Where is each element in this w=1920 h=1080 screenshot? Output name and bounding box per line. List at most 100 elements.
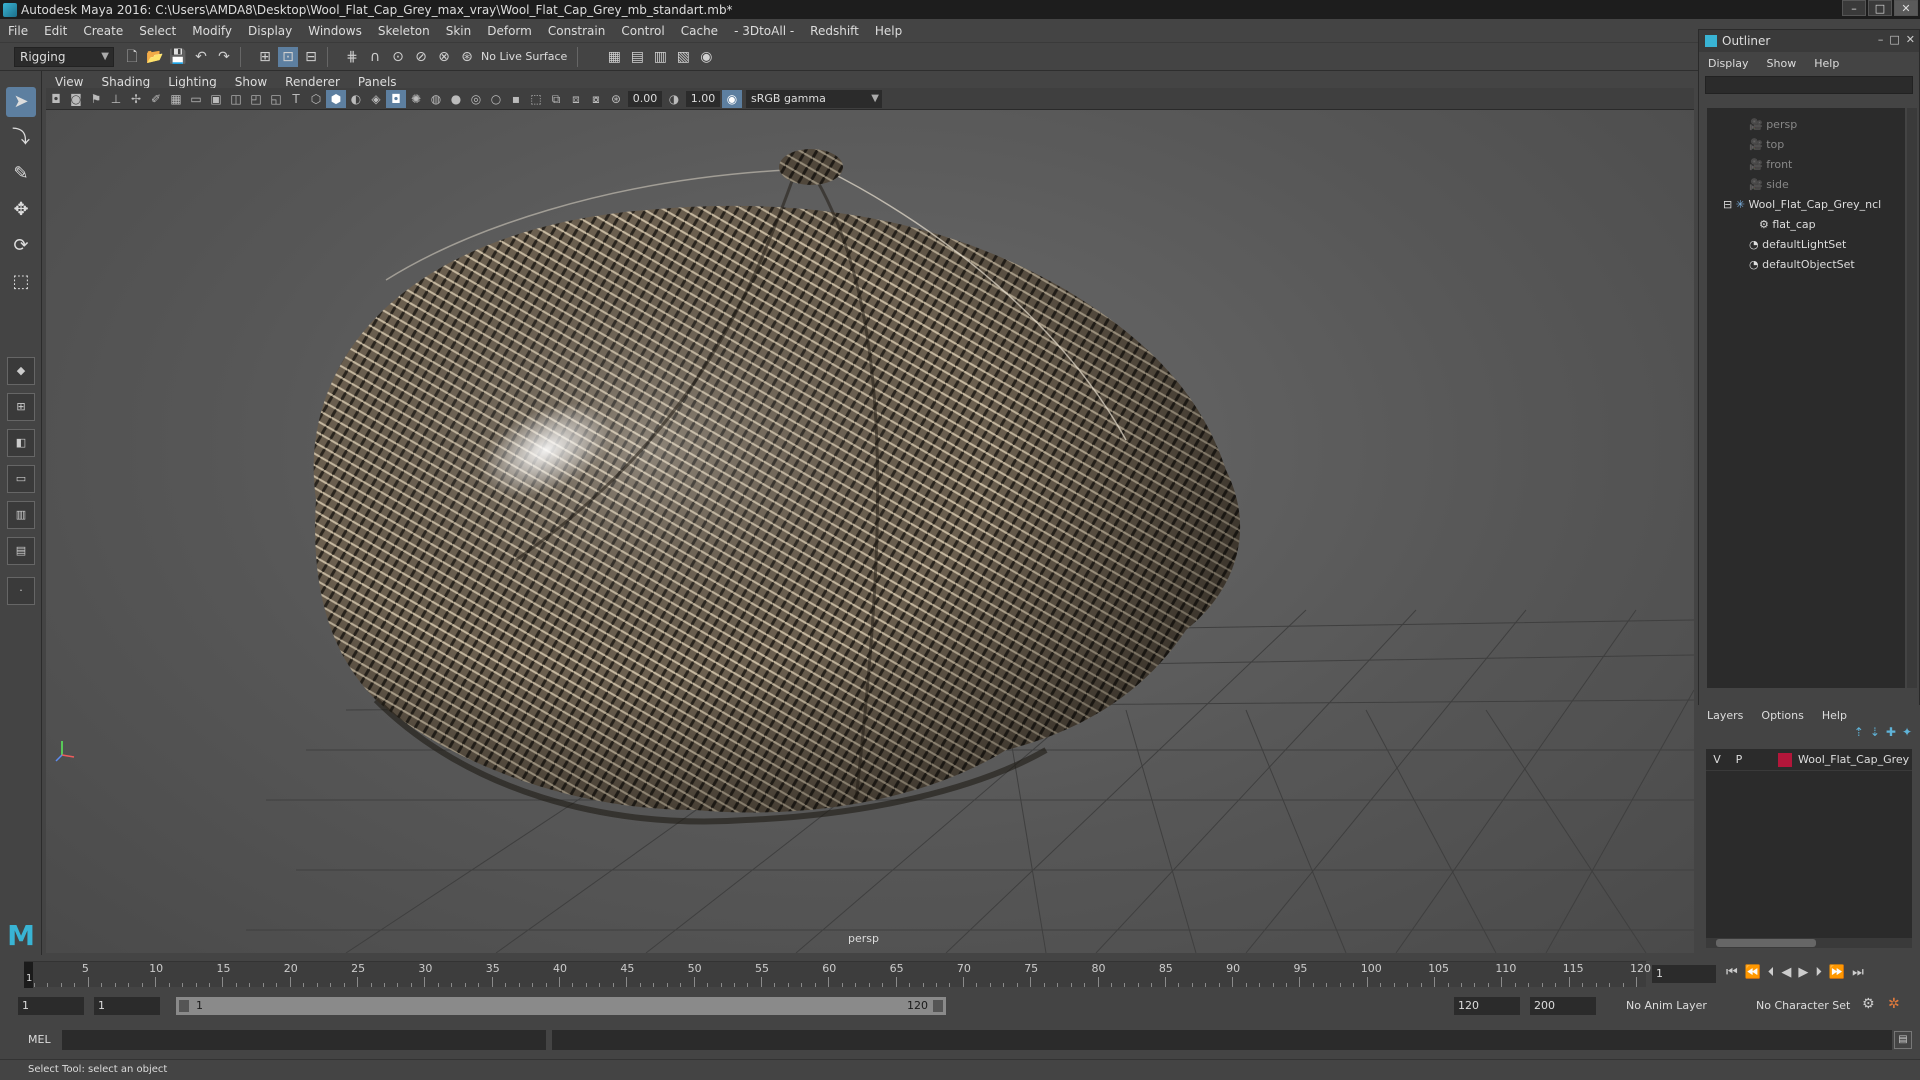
select-object-icon[interactable]: ⊡ — [278, 46, 298, 67]
scale-tool-icon[interactable]: ⬚ — [6, 267, 36, 297]
playback-start-field[interactable]: 1 — [94, 997, 160, 1015]
outliner-item-flat-cap[interactable]: ⚙ flat_cap — [1759, 218, 1816, 231]
layer-horizontal-scrollbar[interactable] — [1706, 938, 1912, 948]
menu-control[interactable]: Control — [613, 24, 672, 38]
menu-set-dropdown[interactable]: Rigging ▼ — [14, 46, 114, 67]
animation-start-field[interactable]: 1 — [18, 997, 84, 1015]
script-editor-icon[interactable]: ▤ — [1894, 1031, 1912, 1049]
exposure-icon[interactable]: ⊛ — [606, 90, 626, 108]
outliner-item-top[interactable]: 🎥 top — [1749, 138, 1784, 151]
motion-blur-icon[interactable]: ◎ — [466, 90, 486, 108]
view-transform-dropdown[interactable]: sRGB gamma ▼ — [746, 89, 882, 108]
new-layer-selected-icon[interactable]: ✦ — [1902, 725, 1912, 747]
play-backwards-icon[interactable]: ◀ — [1781, 965, 1791, 980]
snap-surface-icon[interactable]: ⊗ — [434, 47, 454, 67]
command-input-field[interactable] — [62, 1030, 546, 1050]
ao-icon[interactable]: ● — [446, 90, 466, 108]
range-end-handle[interactable] — [933, 1000, 943, 1012]
image-plane-icon[interactable]: ⊥ — [106, 90, 126, 108]
use-lights-icon[interactable]: ✺ — [406, 90, 426, 108]
color-management-icon[interactable]: ◉ — [722, 89, 742, 108]
layer-row[interactable]: V P Wool_Flat_Cap_Grey — [1706, 749, 1912, 771]
auto-key-icon[interactable]: ⚙ — [1862, 996, 1875, 1012]
step-forward-key-icon[interactable]: ⏩ — [1829, 965, 1845, 980]
play-forwards-icon[interactable]: ▶ — [1798, 965, 1808, 980]
gamma-field[interactable]: 1.00 — [686, 90, 720, 107]
layer-menu-help[interactable]: Help — [1813, 709, 1856, 722]
layer-menu-layers[interactable]: Layers — [1698, 709, 1752, 722]
ipr-render-icon[interactable]: ▥ — [650, 47, 670, 67]
panel-menu-view[interactable]: View — [46, 75, 92, 89]
xray-icon[interactable]: ⧉ — [546, 90, 566, 108]
new-layer-icon[interactable]: ✚ — [1886, 725, 1896, 747]
save-scene-icon[interactable]: 💾 — [168, 47, 188, 67]
film-gate-icon[interactable]: ▭ — [186, 90, 206, 108]
menu-modify[interactable]: Modify — [184, 24, 240, 38]
layout-graph-icon[interactable]: ▥ — [7, 501, 35, 529]
move-tool-icon[interactable]: ✥ — [6, 195, 36, 225]
paint-select-icon[interactable]: ✎ — [6, 159, 36, 189]
menu-windows[interactable]: Windows — [300, 24, 370, 38]
layout-outliner-icon[interactable]: ▭ — [7, 465, 35, 493]
menu-skin[interactable]: Skin — [438, 24, 480, 38]
outliner-vertical-scrollbar[interactable] — [1907, 108, 1917, 688]
field-chart-icon[interactable]: ◰ — [246, 90, 266, 108]
go-to-start-icon[interactable]: ⏮ — [1726, 965, 1738, 980]
live-surface-label[interactable]: No Live Surface — [477, 50, 571, 63]
menu-display[interactable]: Display — [240, 24, 300, 38]
2d-pan-icon[interactable]: ✢ — [126, 90, 146, 108]
select-component-icon[interactable]: ⊟ — [301, 47, 321, 67]
safe-action-icon[interactable]: ◱ — [266, 90, 286, 108]
outliner-search-field[interactable] — [1705, 76, 1913, 94]
render-frame-icon[interactable]: ▤ — [627, 47, 647, 67]
outliner-item-front[interactable]: 🎥 front — [1749, 158, 1792, 171]
undo-icon[interactable]: ↶ — [191, 47, 211, 67]
outliner-close-button[interactable]: ✕ — [1906, 33, 1915, 46]
outliner-item-default-object-set[interactable]: ◔ defaultObjectSet — [1749, 258, 1855, 271]
anim-layer-dropdown[interactable]: No Anim Layer — [1626, 997, 1707, 1015]
grease-pencil-icon[interactable]: ✐ — [146, 90, 166, 108]
layout-single-icon[interactable]: ◆ — [7, 357, 35, 385]
grid-toggle-icon[interactable]: ▦ — [166, 90, 186, 108]
menu-constrain[interactable]: Constrain — [540, 24, 614, 38]
camera-attr-icon[interactable]: ◙ — [66, 90, 86, 108]
hypershade-icon[interactable]: ◉ — [696, 47, 716, 67]
range-slider-bar[interactable]: 1 120 — [176, 997, 946, 1015]
playback-end-field[interactable]: 120 — [1454, 997, 1520, 1015]
multisample-icon[interactable]: ○ — [486, 90, 506, 108]
select-hierarchy-icon[interactable]: ⊞ — [255, 47, 275, 67]
layer-visibility-toggle[interactable]: V — [1706, 753, 1728, 766]
menu-select[interactable]: Select — [131, 24, 184, 38]
default-light-icon[interactable]: ◐ — [346, 90, 366, 108]
menu-help[interactable]: Help — [867, 24, 910, 38]
close-button[interactable]: ✕ — [1894, 0, 1918, 16]
layout-more-icon[interactable]: · — [7, 577, 35, 605]
layer-menu-options[interactable]: Options — [1752, 709, 1812, 722]
bookmark-icon[interactable]: ⚑ — [86, 90, 106, 108]
menu-edit[interactable]: Edit — [36, 24, 75, 38]
character-set-dropdown[interactable]: No Character Set — [1756, 997, 1850, 1015]
panel-menu-shading[interactable]: Shading — [92, 75, 159, 89]
select-tool-icon[interactable]: ➤ — [6, 87, 36, 117]
time-slider-track[interactable]: 1 5 10 15 20 25 30 35 40 45 50 55 60 65 70 75 80 85 90 95 1… — [24, 961, 1651, 988]
outliner-item-persp[interactable]: 🎥 persp — [1749, 118, 1797, 131]
maximize-button[interactable]: □ — [1868, 0, 1892, 16]
textured-icon[interactable]: ◘ — [386, 89, 406, 108]
lasso-tool-icon[interactable]: ⤵ — [6, 123, 36, 153]
render-settings-icon[interactable]: ▦ — [604, 47, 624, 67]
outliner-maximize-button[interactable]: □ — [1889, 33, 1899, 46]
render-view-icon[interactable]: ▧ — [673, 47, 693, 67]
snap-curve-icon[interactable]: ∩ — [365, 47, 385, 67]
open-scene-icon[interactable]: 📂 — [145, 47, 165, 67]
menu-3dtoall[interactable]: - 3DtoAll - — [726, 24, 802, 38]
script-language-toggle[interactable]: MEL — [28, 1033, 51, 1046]
snap-point-icon[interactable]: ⊙ — [388, 47, 408, 67]
rotate-tool-icon[interactable]: ⟳ — [6, 231, 36, 261]
snap-grid-icon[interactable]: ⋕ — [342, 47, 362, 67]
step-forward-frame-icon[interactable]: ⏵ — [1815, 965, 1822, 980]
panel-menu-panels[interactable]: Panels — [349, 75, 406, 89]
outliner-item-default-light-set[interactable]: ◔ defaultLightSet — [1749, 238, 1846, 251]
scrollbar-thumb[interactable] — [1716, 939, 1816, 947]
depth-of-field-icon[interactable]: ▪ — [506, 90, 526, 108]
go-to-end-icon[interactable]: ⏭ — [1852, 965, 1864, 980]
